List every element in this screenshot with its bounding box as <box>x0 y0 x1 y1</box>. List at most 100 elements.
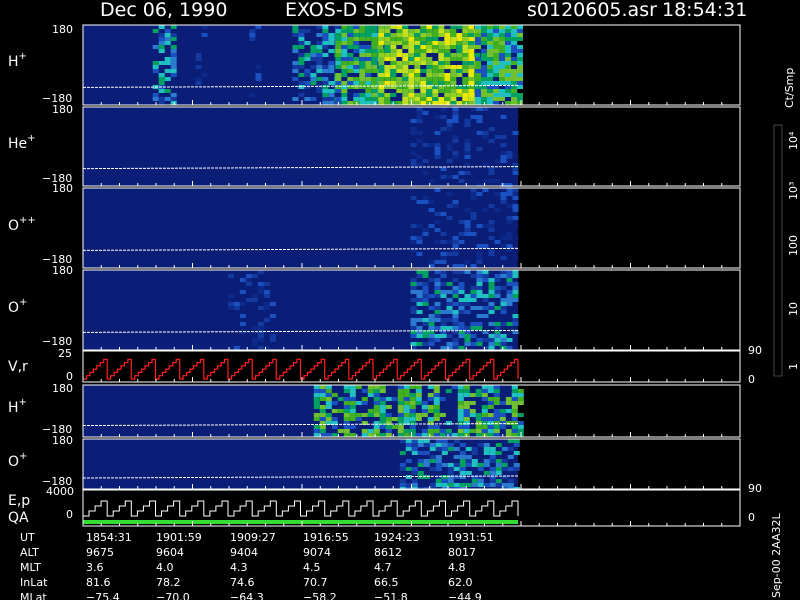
heatmap-cell <box>481 417 488 421</box>
heatmap-cell <box>410 151 417 155</box>
heatmap-cell <box>440 322 447 326</box>
heatmap-cell <box>463 433 470 437</box>
heatmap-activity-block <box>410 107 519 187</box>
heatmap-cell <box>470 232 477 236</box>
heatmap-cell <box>446 216 453 220</box>
heatmap-cell <box>447 471 454 475</box>
heatmap-cell <box>292 49 299 53</box>
heatmap-cell <box>428 278 435 282</box>
heatmap-cell <box>434 192 441 196</box>
heatmap-cell <box>493 29 499 33</box>
heatmap-cell <box>499 29 505 33</box>
heatmap-cell <box>158 37 165 41</box>
heatmap-cell <box>463 393 470 397</box>
heatmap-cell <box>507 483 514 487</box>
heatmap-cell <box>391 425 398 429</box>
heatmap-cell <box>500 192 507 196</box>
heatmap-cell <box>452 119 459 123</box>
heatmap-cell <box>493 45 499 49</box>
heatmap-cell <box>343 429 350 433</box>
heatmap-cell <box>421 429 428 433</box>
heatmap-cell <box>416 252 423 256</box>
heatmap-cell <box>399 483 406 487</box>
heatmap-cell <box>438 97 445 101</box>
heatmap-cell <box>500 159 507 163</box>
heatmap-cell <box>487 61 493 65</box>
heatmap-cell <box>470 192 477 196</box>
heatmap-cell <box>359 73 366 77</box>
heatmap-cell <box>396 101 403 105</box>
heatmap-cell <box>410 278 417 282</box>
heatmap-cell <box>415 401 422 405</box>
heatmap-cell <box>408 77 415 81</box>
heatmap-cell <box>416 282 423 286</box>
heatmap-cell <box>409 397 416 401</box>
colorbar-tick-10000: 10⁴ <box>787 131 800 150</box>
heatmap-cell <box>378 53 385 57</box>
heatmap-cell <box>378 65 385 69</box>
heatmap-cell <box>423 451 430 455</box>
heatmap-cell <box>170 53 177 57</box>
heatmap-cell <box>451 433 458 437</box>
heatmap-cell <box>396 33 403 37</box>
heatmap-cell <box>310 81 317 85</box>
heatmap-cell <box>347 45 354 49</box>
heatmap-cell <box>488 224 495 228</box>
heatmap-cell <box>488 127 495 131</box>
heatmap-cell <box>444 49 451 53</box>
heatmap-cell <box>475 77 481 81</box>
heatmap-cell <box>355 385 362 389</box>
heatmap-cell <box>420 93 427 97</box>
heatmap-cell <box>488 282 495 286</box>
heatmap-cell <box>341 37 348 41</box>
heatmap-cell <box>428 224 435 228</box>
heatmap-cell <box>304 29 311 33</box>
heatmap-cell <box>316 45 323 49</box>
heatmap-cell <box>506 232 513 236</box>
heatmap-cell <box>373 397 380 401</box>
heatmap-cell <box>410 143 417 147</box>
heatmap-cell <box>487 37 493 41</box>
heatmap-cell <box>408 33 415 37</box>
heatmap-cell <box>347 29 354 33</box>
heatmap-cell <box>476 115 483 119</box>
heatmap-cell <box>298 61 305 65</box>
heatmap-activity-block <box>399 439 520 491</box>
heatmap-cell <box>462 93 469 97</box>
heatmap-cell <box>292 69 299 73</box>
heatmap-cell <box>347 57 354 61</box>
heatmap-cell <box>390 45 397 49</box>
heatmap-cell <box>493 413 500 417</box>
heatmap-cell <box>434 318 441 322</box>
heatmap-cell <box>462 37 469 41</box>
panel-h-plus <box>82 24 741 106</box>
heatmap-cell <box>233 314 240 318</box>
heatmap-cell <box>517 69 523 73</box>
heatmap-cell <box>402 29 409 33</box>
table-row-name: ALT <box>20 546 39 559</box>
heatmap-cell <box>505 81 511 85</box>
heatmap-cell <box>319 409 326 413</box>
heatmap-cell <box>471 479 478 483</box>
heatmap-cell <box>353 49 360 53</box>
heatmap-cell <box>489 455 496 459</box>
heatmap-cell <box>469 393 476 397</box>
heatmap-cell <box>494 338 501 342</box>
heatmap-cell <box>506 192 513 196</box>
heatmap-cell <box>439 397 446 401</box>
heatmap-cell <box>257 290 264 294</box>
heatmap-cell <box>402 101 409 105</box>
heatmap-cell <box>446 264 453 268</box>
heatmap-cell <box>494 334 501 338</box>
heatmap-cell <box>438 65 445 69</box>
heatmap-cell <box>426 81 433 85</box>
heatmap-cell <box>298 65 305 69</box>
heatmap-cell <box>390 41 397 45</box>
heatmap-cell <box>457 425 464 429</box>
heatmap-cell <box>408 89 415 93</box>
table-cell: 8017 <box>448 546 476 559</box>
heatmap-cell <box>359 93 366 97</box>
heatmap-cell <box>505 73 511 77</box>
heatmap-cell <box>359 45 366 49</box>
heatmap-cell <box>489 467 496 471</box>
